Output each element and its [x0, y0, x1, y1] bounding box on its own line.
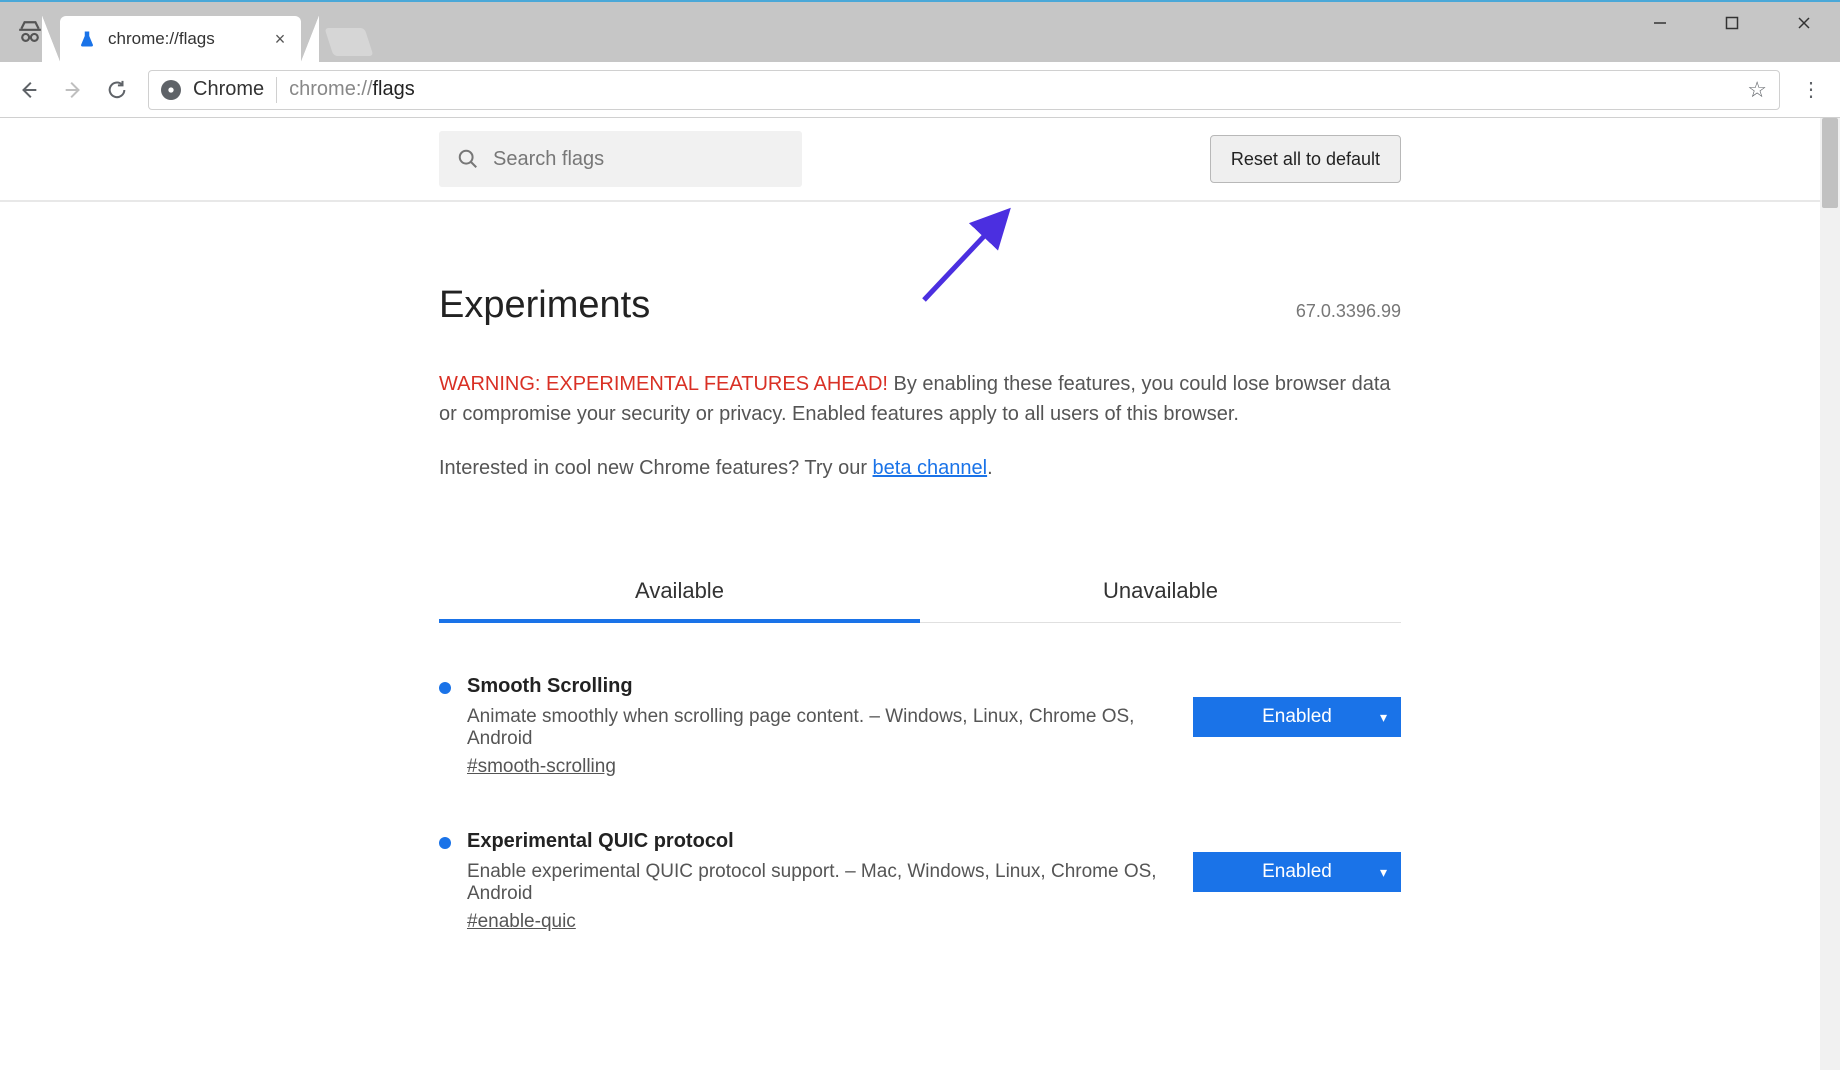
search-icon: [457, 148, 479, 170]
tab-available[interactable]: Available: [439, 562, 920, 622]
bookmark-star-icon[interactable]: ☆: [1747, 77, 1767, 103]
flag-title: Experimental QUIC protocol: [467, 830, 1177, 853]
forward-button[interactable]: [54, 71, 92, 109]
flag-item-quic: Experimental QUIC protocol Enable experi…: [439, 830, 1401, 933]
tab-strip: chrome://flags ×: [0, 2, 1840, 62]
flags-content: Experiments 67.0.3396.99 WARNING: EXPERI…: [439, 202, 1401, 933]
window-minimize-button[interactable]: [1624, 2, 1696, 44]
flag-title: Smooth Scrolling: [467, 675, 1177, 698]
reset-all-button[interactable]: Reset all to default: [1210, 135, 1401, 183]
tab-unavailable[interactable]: Unavailable: [920, 562, 1401, 622]
scrollbar[interactable]: [1820, 118, 1840, 1070]
browser-menu-button[interactable]: ⋮: [1792, 71, 1830, 109]
chrome-chip-icon: [161, 80, 181, 100]
omnibox-divider: [276, 77, 277, 103]
page-title: Experiments: [439, 284, 650, 327]
tab-title: chrome://flags: [108, 29, 215, 49]
flag-select-smooth-scrolling[interactable]: Enabled: [1193, 697, 1401, 737]
flags-tabs: Available Unavailable: [439, 562, 1401, 623]
flags-header: Search flags Reset all to default: [0, 118, 1840, 202]
beta-line: Interested in cool new Chrome features? …: [439, 457, 1401, 480]
chrome-version: 67.0.3396.99: [1296, 301, 1401, 322]
address-bar[interactable]: Chrome chrome://flags ☆: [148, 70, 1780, 110]
warning-text: WARNING: EXPERIMENTAL FEATURES AHEAD! By…: [439, 369, 1401, 429]
window-controls: [1624, 2, 1840, 44]
flag-anchor-link[interactable]: #enable-quic: [467, 911, 576, 933]
close-tab-icon[interactable]: ×: [275, 29, 286, 50]
browser-tab-active[interactable]: chrome://flags ×: [60, 16, 301, 62]
page-viewport: Search flags Reset all to default Experi…: [0, 118, 1840, 1070]
beta-channel-link[interactable]: beta channel: [873, 457, 988, 479]
omnibox-url: chrome://flags: [289, 78, 415, 101]
search-flags-input[interactable]: Search flags: [439, 131, 802, 187]
back-button[interactable]: [10, 71, 48, 109]
flag-description: Enable experimental QUIC protocol suppor…: [467, 861, 1177, 905]
flag-anchor-link[interactable]: #smooth-scrolling: [467, 756, 616, 778]
window-maximize-button[interactable]: [1696, 2, 1768, 44]
modified-dot-icon: [439, 837, 451, 849]
window-close-button[interactable]: [1768, 2, 1840, 44]
modified-dot-icon: [439, 682, 451, 694]
flag-description: Animate smoothly when scrolling page con…: [467, 706, 1177, 750]
flag-select-quic[interactable]: Enabled: [1193, 852, 1401, 892]
scrollbar-thumb[interactable]: [1822, 118, 1838, 208]
reload-button[interactable]: [98, 71, 136, 109]
new-tab-button[interactable]: [325, 28, 374, 56]
flask-icon: [78, 30, 96, 48]
search-flags-placeholder: Search flags: [493, 148, 604, 171]
chrome-chip-label: Chrome: [193, 78, 264, 101]
browser-toolbar: Chrome chrome://flags ☆ ⋮: [0, 62, 1840, 118]
flag-item-smooth-scrolling: Smooth Scrolling Animate smoothly when s…: [439, 675, 1401, 778]
